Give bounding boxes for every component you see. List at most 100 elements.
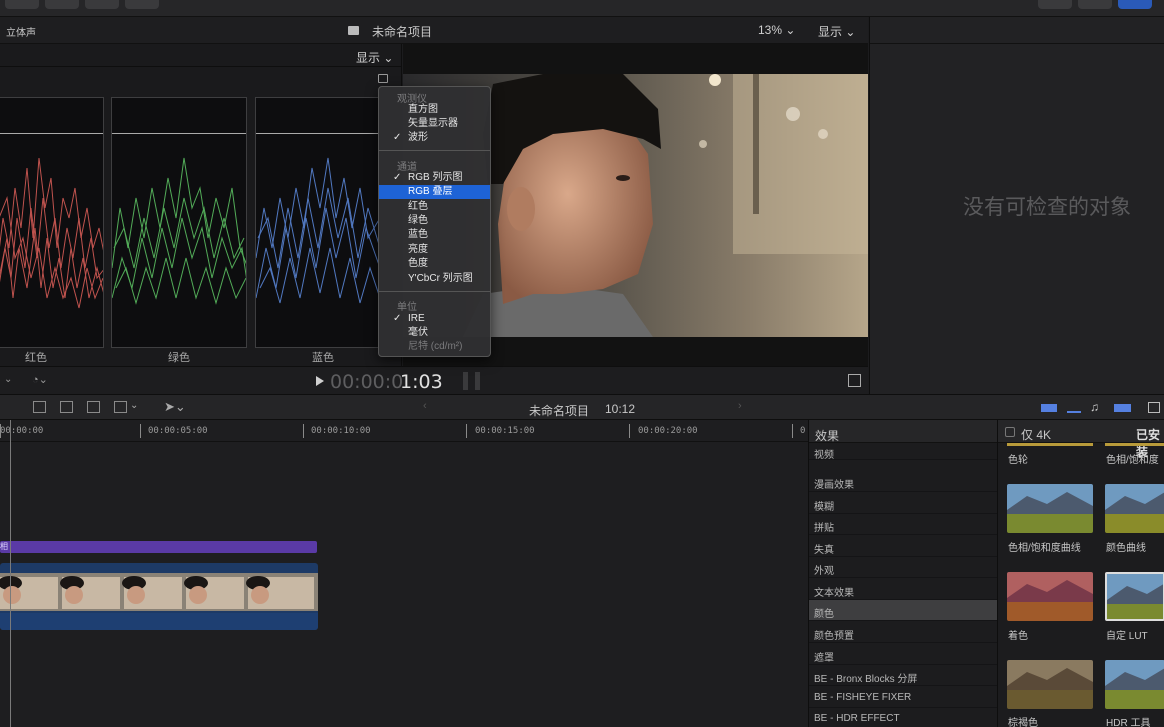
- menu-item-blue[interactable]: 蓝色: [379, 228, 490, 242]
- effect-thumbnail[interactable]: [1105, 484, 1164, 533]
- menu-item-ycbcr-parade[interactable]: Y'CbCr 列示图: [379, 272, 490, 286]
- play-button[interactable]: [316, 376, 324, 386]
- speed-icon[interactable]: ◔⌄: [32, 373, 48, 386]
- viewer-header: 立体声 未命名项目 13% ⌄ 显示 ⌄: [0, 17, 868, 44]
- effect-thumbnail-selected[interactable]: [1105, 572, 1164, 621]
- append-clip-icon[interactable]: [87, 401, 100, 413]
- red-waveform: [0, 97, 104, 348]
- effects-category[interactable]: BE - FISHEYE FIXER: [809, 687, 997, 708]
- back-icon[interactable]: ‹: [423, 400, 427, 412]
- menu-item-red[interactable]: 红色: [379, 200, 490, 214]
- effects-category[interactable]: 文本效果: [809, 579, 997, 600]
- timecode-prefix: 00:00:0: [330, 371, 404, 393]
- effect-thumbnail[interactable]: [1105, 660, 1164, 709]
- fullscreen-icon[interactable]: [848, 374, 861, 387]
- check-icon: ✓: [393, 172, 402, 183]
- effects-category-video[interactable]: 视频: [809, 443, 997, 461]
- ruler-tick: 0: [800, 426, 806, 436]
- share-button[interactable]: [125, 0, 159, 9]
- effect-thumbnail[interactable]: [1007, 572, 1093, 621]
- effects-browser: 效果 视频 漫画效果 模糊 拼贴 失真 外观 文本效果 颜色 颜色预置 遮罩 B…: [808, 420, 997, 727]
- audio-mode-label: 立体声: [6, 28, 36, 39]
- menu-item-vectorscope[interactable]: 矢量显示器: [379, 117, 490, 131]
- effects-category[interactable]: 遮罩: [809, 644, 997, 665]
- playhead[interactable]: [10, 420, 11, 727]
- scopes-menu: 观测仪 直方图 矢量显示器 波形 ✓ 通道 RGB 列示图 ✓ RGB 叠层 红…: [378, 86, 491, 357]
- timeline-project-name: 未命名项目: [529, 404, 590, 418]
- zoom-popup[interactable]: 13% ⌄: [758, 23, 795, 37]
- audio-meter-left: [463, 372, 468, 390]
- inspector-empty-text: 没有可检查的对象: [963, 196, 1131, 219]
- browser-toggle-button[interactable]: [1078, 0, 1112, 9]
- ruler-tick: 00:00:15:00: [475, 426, 535, 436]
- only-4k-checkbox[interactable]: [1005, 427, 1015, 437]
- timecode[interactable]: 1:03: [400, 371, 443, 393]
- connect-clip-icon[interactable]: [33, 401, 46, 413]
- view-options-icon[interactable]: ⌄: [4, 374, 12, 385]
- menu-item-chroma[interactable]: 色度: [379, 257, 490, 271]
- inspector-toggle-button[interactable]: [1118, 0, 1152, 9]
- background-tasks-button[interactable]: [85, 0, 119, 9]
- effects-category[interactable]: 拼贴: [809, 514, 997, 535]
- forward-icon[interactable]: ›: [738, 400, 742, 412]
- layout-button[interactable]: [1038, 0, 1072, 9]
- menu-section-header: 单位: [397, 302, 417, 313]
- effects-category[interactable]: 颜色预置: [809, 622, 997, 643]
- effect-thumbnail[interactable]: [1007, 660, 1093, 709]
- effects-category[interactable]: BE - Bronx Blocks 分屏: [809, 665, 997, 686]
- timeline-duration: 10:12: [605, 402, 636, 416]
- inspector-panel: 没有可检查的对象: [869, 17, 1164, 394]
- menu-item-luma[interactable]: 亮度: [379, 243, 490, 257]
- insert-clip-icon[interactable]: [60, 401, 73, 413]
- red-scope-label: 红色: [25, 352, 47, 364]
- video-clip[interactable]: [0, 563, 318, 630]
- effects-category[interactable]: 漫画效果: [809, 471, 997, 492]
- keyword-button[interactable]: [45, 0, 79, 9]
- effects-category[interactable]: 失真: [809, 536, 997, 557]
- transport-bar: ⌄ ◔⌄ 00:00:0 1:03: [0, 366, 868, 394]
- audio-skimming-icon[interactable]: [1067, 403, 1081, 413]
- menu-item-green[interactable]: 绿色: [379, 214, 490, 228]
- menu-item-rgb-overlay[interactable]: RGB 叠层: [379, 185, 490, 199]
- top-toolbar: [0, 0, 1164, 17]
- effects-title: 效果: [815, 429, 840, 443]
- effects-thumbnails: 仅 4K 已安装 色轮 色相/饱和度 色相/饱和度曲线 颜色曲线 着色 自定 L…: [997, 420, 1164, 727]
- clapper-icon: [348, 26, 359, 35]
- green-waveform: [111, 97, 247, 348]
- effects-category[interactable]: 模糊: [809, 493, 997, 514]
- select-tool-icon[interactable]: ➤⌄: [164, 399, 186, 415]
- scopes-display-popup[interactable]: 显示 ⌄: [356, 49, 393, 66]
- effect-label: 颜色曲线: [1106, 543, 1146, 554]
- project-title: 未命名项目: [372, 25, 433, 39]
- edit-options-icon[interactable]: ⌄: [130, 400, 138, 411]
- inspector-header: [870, 17, 1164, 44]
- effects-category[interactable]: BE - HDR EFFECT: [809, 708, 997, 727]
- timeline-toolbar: ⌄ ➤⌄ ‹ 未命名项目 10:12 › ♫: [0, 394, 1164, 420]
- ruler-tick: 00:00:20:00: [638, 426, 698, 436]
- effect-label: 色相/饱和度曲线: [1008, 543, 1081, 554]
- import-button[interactable]: [5, 0, 39, 9]
- ruler-tick: 00:00:05:00: [148, 426, 208, 436]
- menu-item-histogram[interactable]: 直方图: [379, 103, 490, 117]
- audio-meter-right: [475, 372, 480, 390]
- clip-appearance-icon[interactable]: [1148, 402, 1160, 413]
- effects-category-selected[interactable]: 颜色: [809, 600, 997, 621]
- snapping-icon[interactable]: [1114, 404, 1131, 412]
- effects-category[interactable]: 外观: [809, 557, 997, 578]
- overwrite-clip-icon[interactable]: [114, 401, 127, 413]
- effect-label: 棕褐色: [1008, 718, 1038, 727]
- scope-settings-icon[interactable]: [378, 74, 388, 83]
- viewer-display-popup[interactable]: 显示 ⌄: [818, 23, 855, 40]
- timeline[interactable]: 00:00:00 00:00:05:00 00:00:10:00 00:00:1…: [0, 420, 808, 727]
- effect-label: 着色: [1008, 631, 1028, 642]
- menu-item-millivolts[interactable]: 毫伏: [379, 326, 490, 340]
- menu-item-nits: 尼特 (cd/m²): [408, 341, 463, 352]
- timeline-ruler[interactable]: 00:00:00 00:00:05:00 00:00:10:00 00:00:1…: [0, 420, 808, 442]
- effect-label: HDR 工具: [1106, 718, 1151, 727]
- skimming-icon[interactable]: [1041, 404, 1057, 412]
- audio-clip[interactable]: 相: [0, 541, 317, 553]
- headphones-icon[interactable]: ♫: [1090, 400, 1099, 414]
- scopes-panel: 显示 ⌄ 红色 绿色 蓝色: [0, 44, 402, 366]
- effect-thumbnail[interactable]: [1007, 484, 1093, 533]
- effect-label: 自定 LUT: [1106, 631, 1148, 642]
